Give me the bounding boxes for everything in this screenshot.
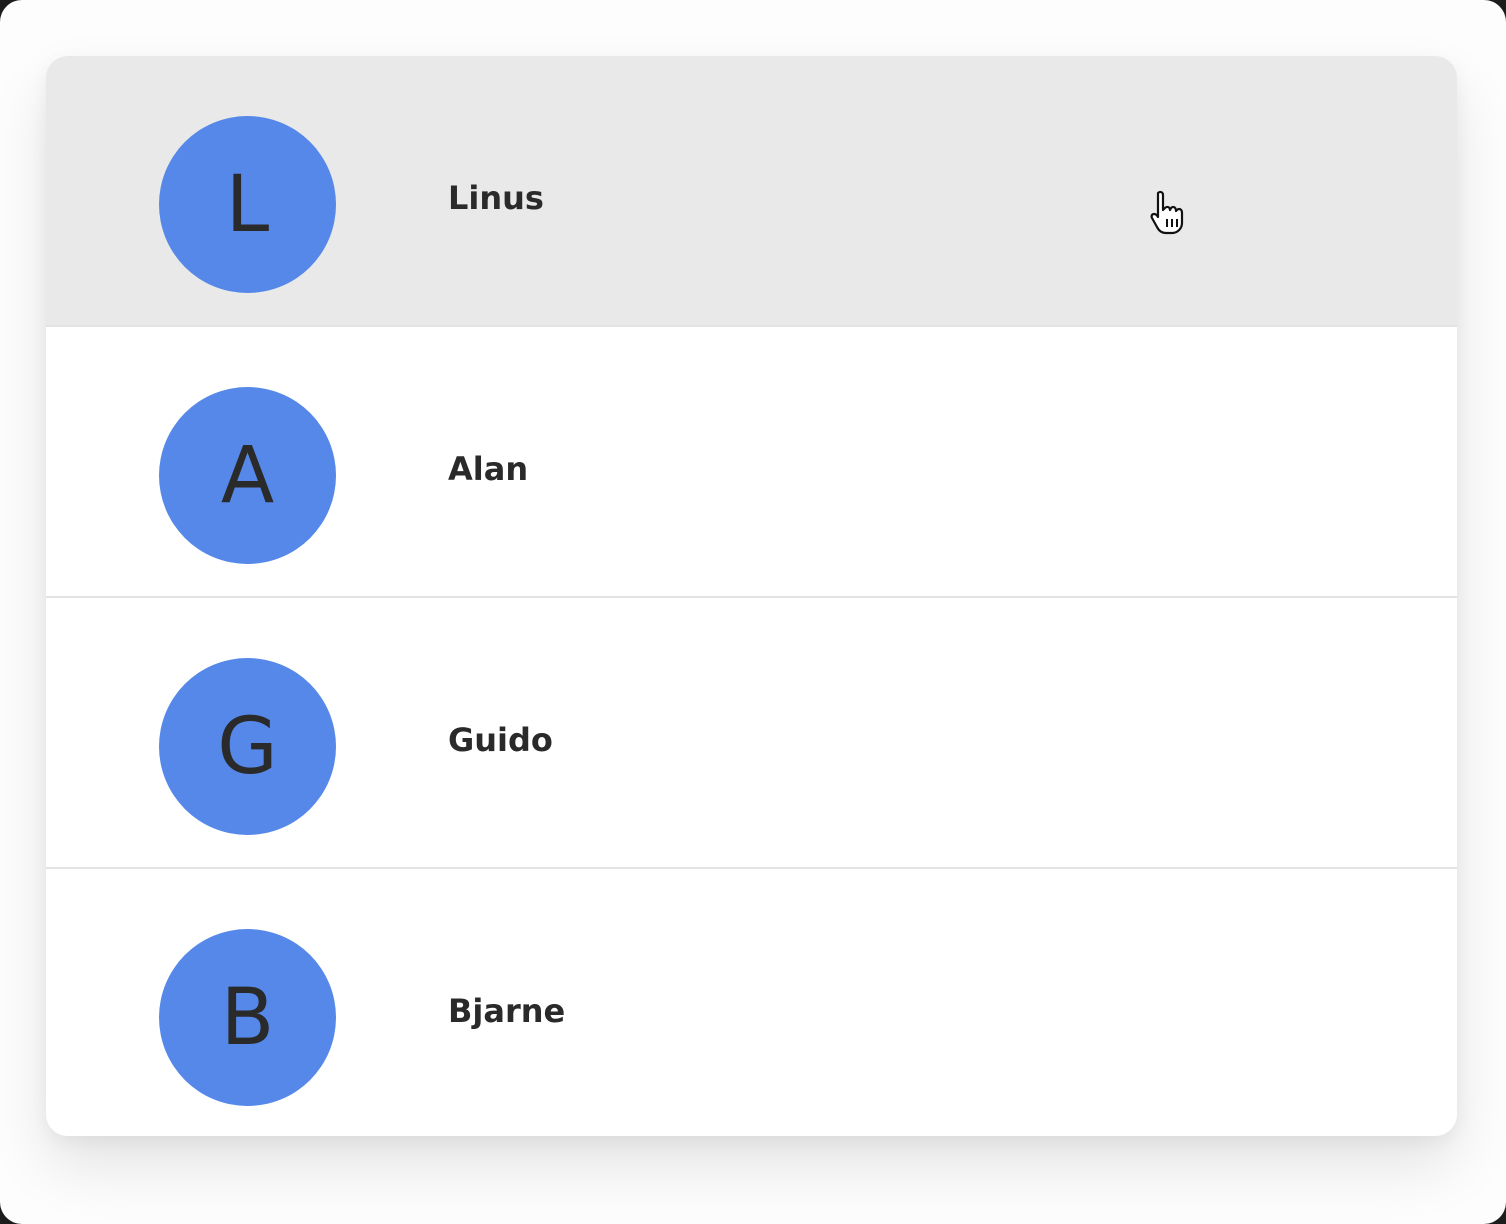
avatar: A: [159, 387, 336, 564]
avatar: G: [159, 658, 336, 835]
window-frame: L Linus A Alan G Guido B Bjarne: [0, 0, 1506, 1224]
avatar-initial: B: [220, 972, 275, 1063]
contact-list-card: L Linus A Alan G Guido B Bjarne: [46, 56, 1457, 1136]
avatar-initial: A: [220, 430, 275, 521]
contact-list: L Linus A Alan G Guido B Bjarne: [46, 56, 1457, 1136]
contact-name: Guido: [448, 721, 553, 759]
list-item[interactable]: G Guido: [46, 598, 1457, 869]
list-item[interactable]: L Linus: [46, 56, 1457, 327]
list-item[interactable]: B Bjarne: [46, 869, 1457, 1136]
list-item[interactable]: A Alan: [46, 327, 1457, 598]
contact-name: Alan: [448, 450, 529, 488]
contact-name: Linus: [448, 179, 544, 217]
avatar-initial: L: [225, 159, 270, 250]
avatar: B: [159, 929, 336, 1106]
contact-name: Bjarne: [448, 992, 566, 1030]
avatar-initial: G: [217, 701, 278, 792]
avatar: L: [159, 116, 336, 293]
